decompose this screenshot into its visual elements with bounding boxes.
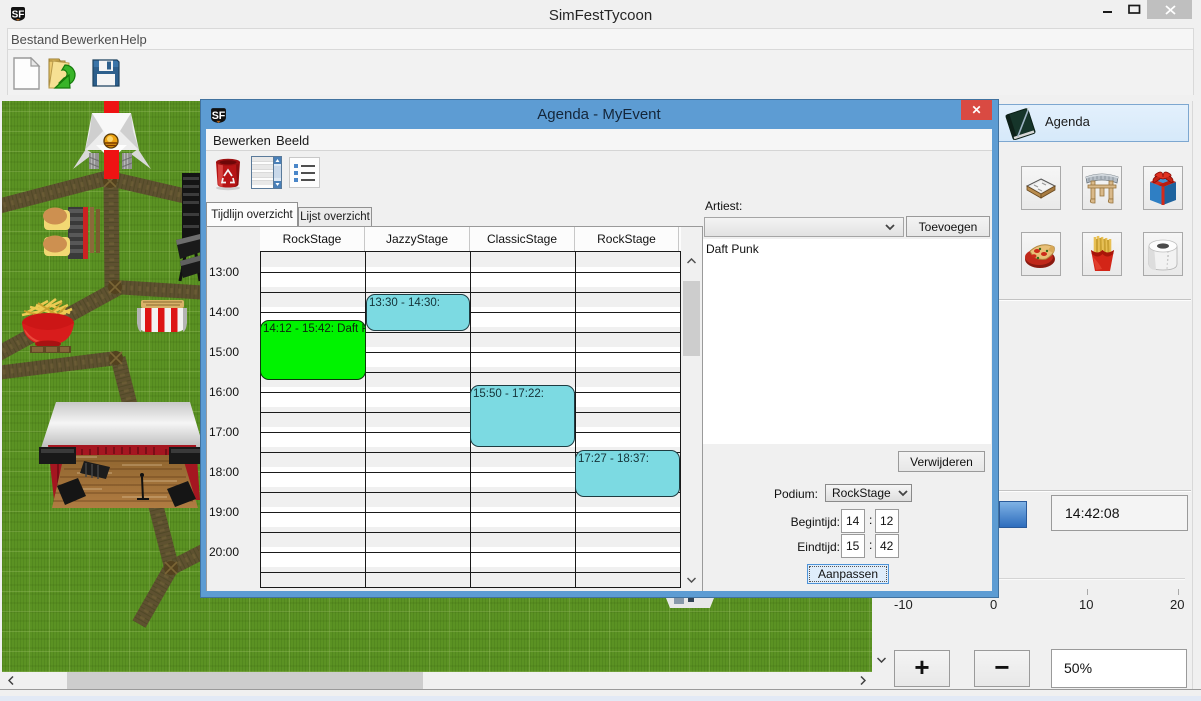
svg-text:SF: SF <box>12 10 25 21</box>
svg-text:SF: SF <box>212 110 226 122</box>
